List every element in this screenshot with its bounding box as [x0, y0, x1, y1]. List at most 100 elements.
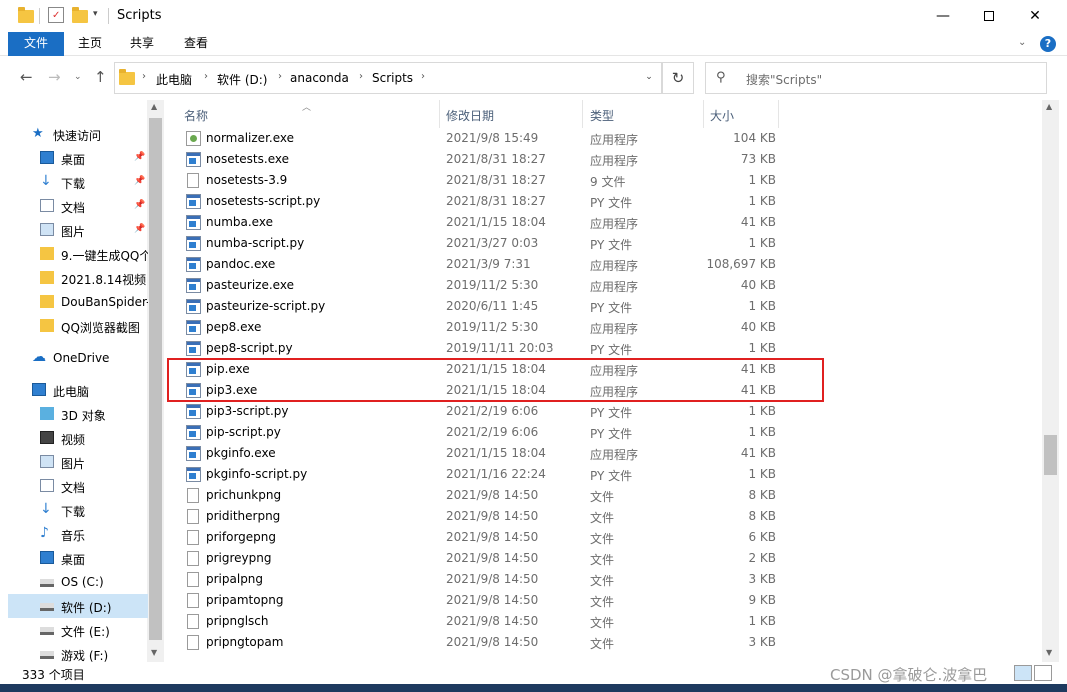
column-divider[interactable] [703, 100, 704, 128]
sidebar-item[interactable]: ↓ 下载 [8, 498, 148, 522]
sidebar-item[interactable]: 桌面 [8, 546, 148, 570]
expand-ribbon-icon[interactable]: ⌄ [1018, 37, 1026, 48]
tab-file[interactable]: 文件 [8, 32, 64, 56]
file-row[interactable]: priforgepng 2021/9/8 14:50 文件 6 KB [186, 527, 776, 548]
file-row[interactable]: numba-script.py 2021/3/27 0:03 PY 文件 1 KB [186, 233, 776, 254]
breadcrumb-scripts[interactable]: Scripts [372, 71, 413, 85]
file-icon [187, 509, 199, 524]
large-icons-view-button[interactable] [1034, 665, 1052, 681]
search-box[interactable]: ⚲ 搜索"Scripts" [705, 62, 1047, 94]
details-view-button[interactable] [1014, 665, 1032, 681]
sidebar-scrollbar-thumb[interactable] [149, 118, 162, 640]
sidebar-item[interactable]: 桌面 📌 [8, 146, 148, 170]
sidebar-item[interactable]: 3D 对象 [8, 402, 148, 426]
sidebar-item-label: 图片 [61, 457, 86, 471]
file-list-scrollbar[interactable] [1042, 100, 1059, 662]
refresh-button[interactable]: ↻ [662, 62, 694, 94]
file-date: 2021/8/31 18:27 [446, 152, 546, 166]
file-row[interactable]: pripngtopam 2021/9/8 14:50 文件 3 KB [186, 632, 776, 653]
tab-share[interactable]: 共享 [122, 32, 162, 56]
sidebar-item[interactable]: 9.一键生成QQ个 [8, 242, 148, 266]
file-row[interactable]: prichunkpng 2021/9/8 14:50 文件 8 KB [186, 485, 776, 506]
breadcrumb-this-pc[interactable]: 此电脑 [156, 71, 192, 88]
file-name: numba.exe [206, 215, 273, 229]
file-row[interactable]: pip-script.py 2021/2/19 6:06 PY 文件 1 KB [186, 422, 776, 443]
file-row[interactable]: pripnglsch 2021/9/8 14:50 文件 1 KB [186, 611, 776, 632]
column-header-date[interactable]: 修改日期 [446, 107, 494, 124]
recent-locations-button[interactable]: ⌄ [74, 72, 82, 82]
forward-button[interactable]: → [48, 68, 61, 86]
file-row[interactable]: pasteurize.exe 2019/11/2 5:30 应用程序 40 KB [186, 275, 776, 296]
file-row[interactable]: numba.exe 2021/1/15 18:04 应用程序 41 KB [186, 212, 776, 233]
sidebar-item[interactable]: 文档 📌 [8, 194, 148, 218]
file-row[interactable]: pkginfo.exe 2021/1/15 18:04 应用程序 41 KB [186, 443, 776, 464]
column-divider[interactable] [778, 100, 779, 128]
column-divider[interactable] [439, 100, 440, 128]
close-button[interactable]: ✕ [1012, 0, 1058, 32]
file-row[interactable]: normalizer.exe 2021/9/8 15:49 应用程序 104 KB [186, 128, 776, 149]
sidebar-item[interactable]: ↓ 下载 📌 [8, 170, 148, 194]
file-row[interactable]: pripamtopng 2021/9/8 14:50 文件 9 KB [186, 590, 776, 611]
sidebar-item[interactable]: 软件 (D:) [8, 594, 148, 618]
sidebar-item[interactable]: ☁ OneDrive [8, 346, 148, 370]
file-row[interactable]: nosetests.exe 2021/8/31 18:27 应用程序 73 KB [186, 149, 776, 170]
sidebar-item[interactable]: 文件 (E:) [8, 618, 148, 642]
file-row[interactable]: pep8-script.py 2019/11/11 20:03 PY 文件 1 KB [186, 338, 776, 359]
column-divider[interactable] [582, 100, 583, 128]
back-button[interactable]: ← [20, 68, 33, 86]
sidebar-item[interactable]: 图片 📌 [8, 218, 148, 242]
breadcrumb-anaconda[interactable]: anaconda [290, 71, 349, 85]
column-header-type[interactable]: 类型 [590, 107, 614, 124]
file-row[interactable]: pkginfo-script.py 2021/1/16 22:24 PY 文件 1 K… [186, 464, 776, 485]
file-row[interactable]: prigreypng 2021/9/8 14:50 文件 2 KB [186, 548, 776, 569]
file-name: pripngtopam [206, 635, 284, 649]
sidebar-item[interactable]: 文档 [8, 474, 148, 498]
file-name: priditherpng [206, 509, 281, 523]
tab-home[interactable]: 主页 [70, 32, 110, 56]
scroll-up-icon[interactable]: ▲ [1046, 102, 1052, 111]
file-date: 2021/9/8 14:50 [446, 530, 539, 544]
properties-icon[interactable]: ✓ [48, 7, 64, 23]
sidebar-item[interactable]: 视频 [8, 426, 148, 450]
file-row[interactable]: pripalpng 2021/9/8 14:50 文件 3 KB [186, 569, 776, 590]
sidebar-item[interactable]: QQ浏览器截图 [8, 314, 148, 338]
file-type: 应用程序 [590, 322, 639, 336]
help-icon[interactable]: ? [1040, 36, 1056, 52]
file-row[interactable]: nosetests-3.9 2021/8/31 18:27 9 文件 1 KB [186, 170, 776, 191]
column-header-name[interactable]: 名称 [184, 107, 208, 124]
drive-icon [40, 651, 54, 659]
sidebar-item[interactable]: OS (C:) [8, 570, 148, 594]
sidebar-item[interactable]: 此电脑 [8, 378, 148, 402]
file-row[interactable]: pasteurize-script.py 2020/6/11 1:45 PY 文件 1… [186, 296, 776, 317]
quick-access-dropdown-icon[interactable]: ▾ [93, 9, 98, 19]
sidebar-item-label: 下载 [61, 505, 86, 519]
sidebar-item[interactable]: ★ 快速访问 [8, 122, 148, 146]
up-button[interactable]: ↑ [94, 68, 107, 86]
column-header-size[interactable]: 大小 [710, 107, 734, 124]
sidebar-item[interactable]: DouBanSpider- [8, 290, 148, 314]
address-history-dropdown[interactable]: ⌄ [636, 62, 662, 94]
search-input[interactable]: 搜索"Scripts" [746, 71, 822, 88]
scroll-up-icon[interactable]: ▲ [151, 102, 157, 111]
file-row[interactable]: pip3-script.py 2021/2/19 6:06 PY 文件 1 KB [186, 401, 776, 422]
file-row[interactable]: pep8.exe 2019/11/2 5:30 应用程序 40 KB [186, 317, 776, 338]
sidebar-item[interactable]: 图片 [8, 450, 148, 474]
file-row[interactable]: nosetests-script.py 2021/8/31 18:27 PY 文件 1… [186, 191, 776, 212]
file-row[interactable]: priditherpng 2021/9/8 14:50 文件 8 KB [186, 506, 776, 527]
scroll-down-icon[interactable]: ▼ [151, 648, 157, 657]
minimize-button[interactable]: — [920, 0, 966, 32]
scroll-down-icon[interactable]: ▼ [1046, 648, 1052, 657]
file-row[interactable]: pandoc.exe 2021/3/9 7:31 应用程序 108,697 KB [186, 254, 776, 275]
breadcrumb-drive-d[interactable]: 软件 (D:) [217, 71, 267, 88]
file-type: 文件 [590, 637, 615, 651]
pin-icon: 📌 [134, 152, 146, 162]
tab-view[interactable]: 查看 [176, 32, 216, 56]
file-date: 2021/2/19 6:06 [446, 404, 539, 418]
new-folder-icon[interactable] [72, 7, 88, 23]
maximize-button[interactable] [966, 0, 1012, 32]
file-list-scrollbar-thumb[interactable] [1044, 435, 1057, 475]
address-bar[interactable]: › 此电脑 › 软件 (D:) › anaconda › Scripts › [114, 62, 662, 94]
sidebar-item[interactable]: ♪ 音乐 [8, 522, 148, 546]
sidebar-item[interactable]: 2021.8.14视频 [8, 266, 148, 290]
file-name: pripamtopng [206, 593, 284, 607]
